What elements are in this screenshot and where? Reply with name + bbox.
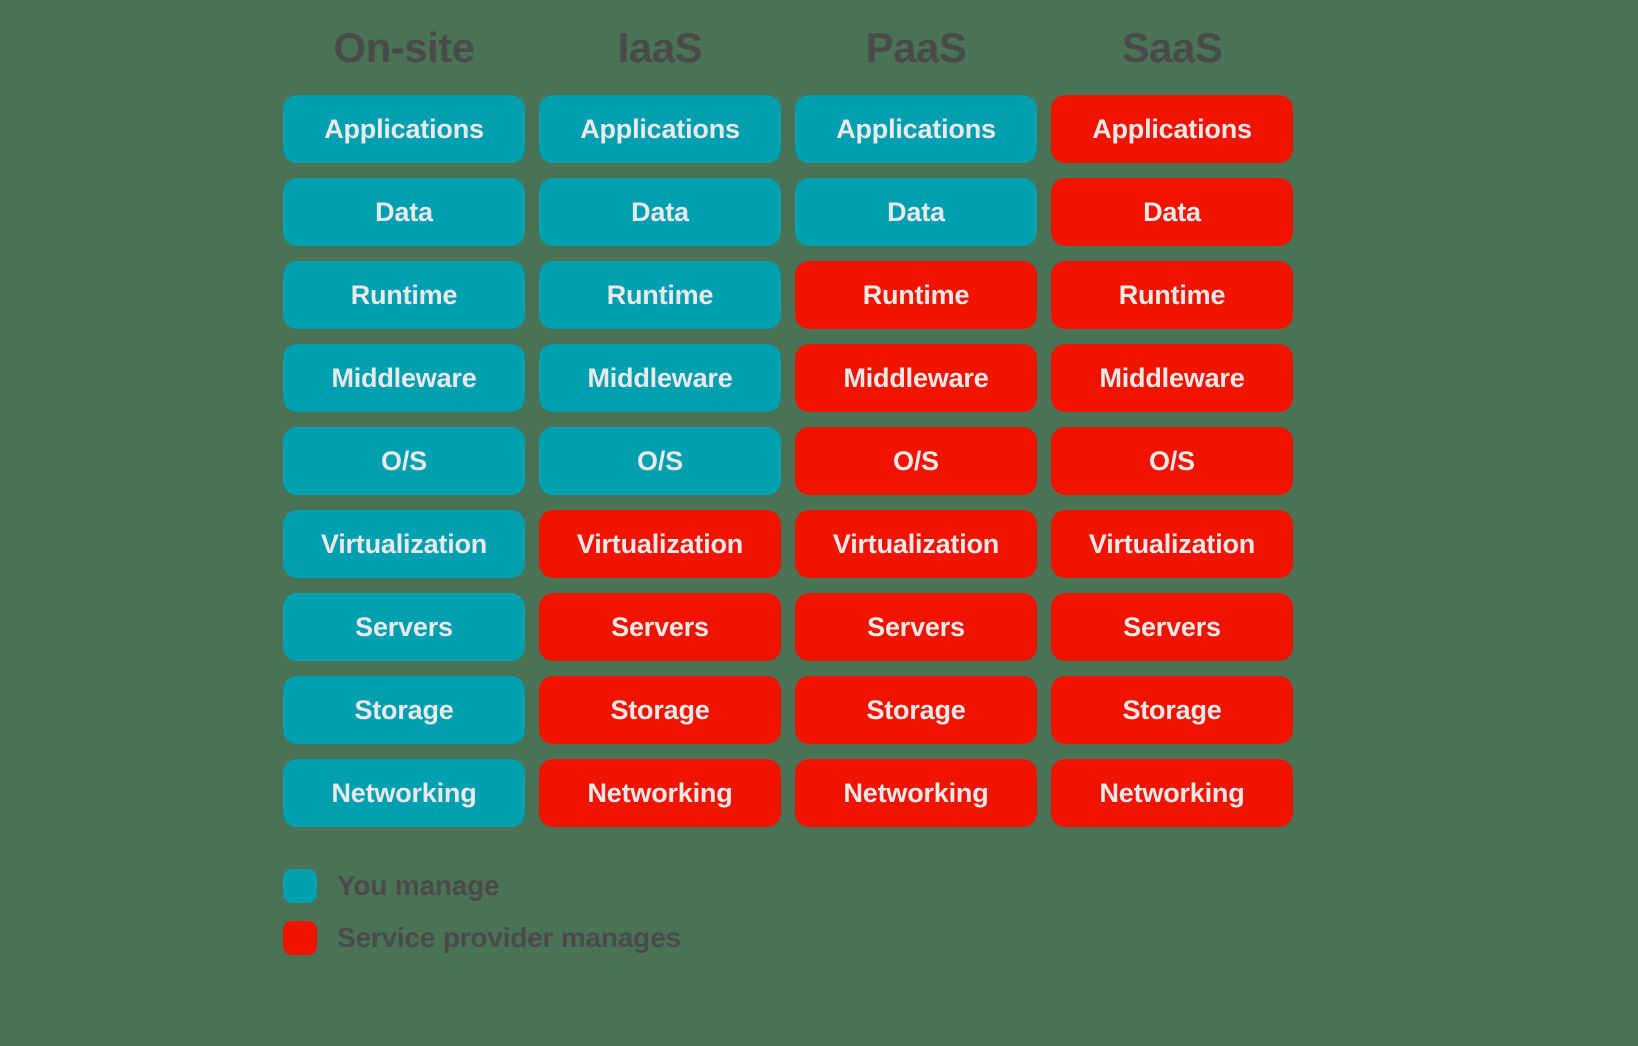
matrix-cell-label: Networking [331,777,477,808]
matrix-cell-label: O/S [381,445,427,476]
matrix-cell: Middleware [1051,344,1293,412]
column-header-row: On-site IaaS PaaS SaaS [283,0,1293,95]
matrix-cell-label: Runtime [350,279,458,310]
matrix-cell: Networking [283,759,525,827]
responsibility-matrix: Applications Applications Applications Appl… [283,95,1293,827]
matrix-cell-label: Servers [867,611,965,642]
matrix-cell-label: Applications [836,113,996,144]
legend-item-you-manage: You manage [283,869,1293,903]
matrix-cell-label: Middleware [1099,362,1245,393]
matrix-cell: Virtualization [283,510,525,578]
matrix-cell: Middleware [283,344,525,412]
legend-item-service-provider-manages: Service provider manages [283,921,1293,955]
matrix-cell: Virtualization [539,510,781,578]
matrix-cell-label: O/S [893,445,939,476]
cloud-service-model-diagram: On-site IaaS PaaS SaaS Applications Appli… [283,0,1293,1046]
matrix-cell: Middleware [539,344,781,412]
matrix-cell-label: Virtualization [320,528,488,559]
matrix-cell: Data [539,178,781,246]
column-header-on-site: On-site [333,23,475,71]
column-header-iaas: IaaS [617,23,703,71]
legend: You manage Service provider manages [283,869,1293,955]
matrix-cell-label: Servers [611,611,709,642]
matrix-cell-label: Middleware [331,362,477,393]
matrix-cell: Storage [283,676,525,744]
legend-swatch-you-manage [283,869,317,903]
matrix-cell: Networking [795,759,1037,827]
matrix-cell-label: Storage [354,694,454,725]
matrix-cell: Data [283,178,525,246]
matrix-cell-label: Data [631,196,689,227]
matrix-cell-label: O/S [637,445,683,476]
matrix-cell: Virtualization [1051,510,1293,578]
matrix-cell-label: Middleware [843,362,989,393]
matrix-cell: O/S [1051,427,1293,495]
matrix-cell-label: Servers [355,611,453,642]
matrix-cell-label: Data [887,196,945,227]
legend-label-service-provider-manages: Service provider manages [337,922,681,953]
column-header-saas: SaaS [1121,23,1223,71]
matrix-cell: O/S [283,427,525,495]
matrix-cell: Servers [1051,593,1293,661]
matrix-cell: Data [1051,178,1293,246]
matrix-cell: Networking [1051,759,1293,827]
matrix-cell-label: Networking [1099,777,1245,808]
matrix-cell: O/S [795,427,1037,495]
matrix-cell-label: Networking [587,777,733,808]
matrix-cell-label: Storage [1122,694,1222,725]
matrix-cell-label: O/S [1149,445,1195,476]
matrix-cell-label: Storage [610,694,710,725]
matrix-cell: Applications [283,95,525,163]
matrix-cell-label: Applications [1092,113,1252,144]
matrix-cell: Middleware [795,344,1037,412]
matrix-cell: Runtime [795,261,1037,329]
matrix-cell: Networking [539,759,781,827]
matrix-cell-label: Applications [324,113,484,144]
matrix-cell: Storage [539,676,781,744]
matrix-cell-label: Servers [1123,611,1221,642]
matrix-cell: Runtime [283,261,525,329]
matrix-cell: Servers [283,593,525,661]
matrix-cell: Runtime [539,261,781,329]
matrix-cell: O/S [539,427,781,495]
matrix-cell-label: Storage [866,694,966,725]
matrix-cell-label: Runtime [1118,279,1226,310]
matrix-cell: Servers [795,593,1037,661]
matrix-cell-label: Middleware [587,362,733,393]
matrix-cell: Data [795,178,1037,246]
matrix-cell: Applications [1051,95,1293,163]
matrix-cell: Applications [539,95,781,163]
matrix-cell-label: Virtualization [832,528,1000,559]
matrix-cell-label: Virtualization [1088,528,1256,559]
matrix-cell-label: Networking [843,777,989,808]
matrix-cell-label: Runtime [862,279,970,310]
matrix-cell-label: Data [1143,196,1201,227]
matrix-cell: Servers [539,593,781,661]
legend-swatch-service-provider-manages [283,921,317,955]
legend-label-you-manage: You manage [337,870,500,901]
matrix-cell-label: Virtualization [576,528,744,559]
matrix-cell: Virtualization [795,510,1037,578]
matrix-cell-label: Applications [580,113,740,144]
matrix-cell: Applications [795,95,1037,163]
column-header-paas: PaaS [865,23,967,71]
matrix-cell-label: Runtime [606,279,714,310]
matrix-cell: Storage [1051,676,1293,744]
matrix-cell-label: Data [375,196,433,227]
matrix-cell: Runtime [1051,261,1293,329]
matrix-cell: Storage [795,676,1037,744]
